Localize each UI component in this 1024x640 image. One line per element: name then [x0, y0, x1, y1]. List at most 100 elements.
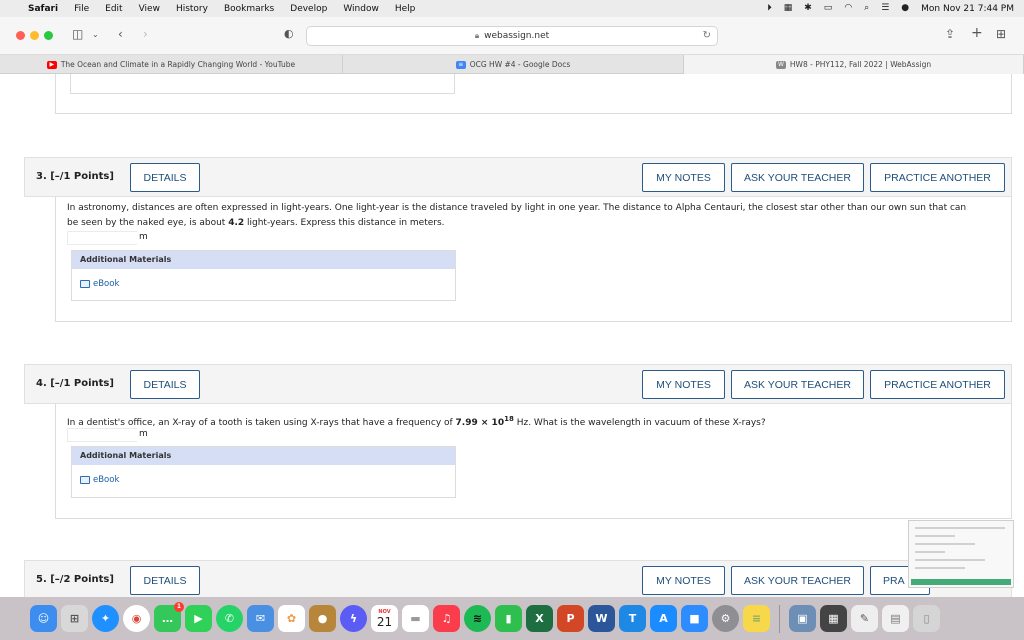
ebook-row: eBook	[72, 465, 455, 495]
tab-overview-icon[interactable]: ⊞	[996, 27, 1006, 41]
downloads-icon[interactable]: ▤	[882, 605, 909, 632]
details-button[interactable]: DETAILS	[130, 370, 200, 399]
menu-app[interactable]: Safari	[28, 4, 58, 14]
facetime-icon[interactable]: ▶	[185, 605, 212, 632]
answer-input[interactable]	[67, 231, 137, 245]
preview-icon[interactable]: ▣	[789, 605, 816, 632]
mail-icon[interactable]: ✉	[247, 605, 274, 632]
siri-icon[interactable]: ●	[901, 4, 909, 13]
spotify-icon[interactable]: ≋	[464, 605, 491, 632]
sidebar-icon[interactable]: ◫	[72, 27, 83, 41]
chrome-icon[interactable]: ◉	[123, 605, 150, 632]
ebook-link[interactable]: eBook	[93, 279, 119, 289]
forward-icon[interactable]: ›	[143, 27, 148, 41]
details-button[interactable]: DETAILS	[130, 566, 200, 595]
question-4-header: 4. [–/1 Points] DETAILS MY NOTES ASK YOU…	[24, 364, 1012, 404]
bluetooth-icon[interactable]: ✱	[804, 4, 812, 13]
notes-icon[interactable]: ▬	[402, 605, 429, 632]
status-area: ⏵ ▦ ✱ ▭ ◠ ⌕ ☰ ● Mon Nov 21 7:44 PM	[767, 0, 1014, 17]
launchpad-icon[interactable]: ⊞	[61, 605, 88, 632]
my-notes-button[interactable]: MY NOTES	[642, 163, 725, 192]
ebook-icon	[80, 280, 90, 288]
battery-icon[interactable]: ▭	[824, 4, 833, 13]
whatsapp-icon[interactable]: ✆	[216, 605, 243, 632]
word-icon[interactable]: W	[588, 605, 615, 632]
powerpoint-icon[interactable]: P	[557, 605, 584, 632]
address-text: webassign.net	[484, 31, 550, 41]
question-4-text: In a dentist's office, an X-ray of a too…	[67, 415, 766, 428]
webassign-icon: W	[775, 60, 786, 69]
answer-input[interactable]	[67, 428, 137, 442]
stickies-icon[interactable]: ≡	[743, 605, 770, 632]
screenshot-thumbnail[interactable]	[908, 520, 1014, 588]
numbers-icon[interactable]: ▮	[495, 605, 522, 632]
address-bar[interactable]: 🔒︎ webassign.net ↻	[306, 26, 718, 46]
calendar-icon[interactable]: NOV 21	[371, 605, 398, 632]
search-icon[interactable]: ⌕	[864, 4, 869, 13]
menu-window[interactable]: Window	[343, 4, 379, 14]
system-preferences-icon[interactable]: ⚙	[712, 605, 739, 632]
menu-edit[interactable]: Edit	[105, 4, 122, 14]
tab-youtube[interactable]: ▶ The Ocean and Climate in a Rapidly Cha…	[0, 55, 343, 74]
ebook-link[interactable]: eBook	[95, 74, 120, 76]
practice-another-button[interactable]: PRACTICE ANOTHER	[870, 370, 1005, 399]
privacy-shield-icon[interactable]: ◐	[284, 27, 294, 40]
ask-teacher-button[interactable]: ASK YOUR TEACHER	[731, 370, 864, 399]
zoom-icon[interactable]: ■	[681, 605, 708, 632]
additional-materials: Additional Materials eBook	[71, 250, 456, 301]
menu-history[interactable]: History	[176, 4, 208, 14]
menu-develop[interactable]: Develop	[290, 4, 327, 14]
keyboard-icon[interactable]: ▦	[784, 4, 793, 13]
tab-label: The Ocean and Climate in a Rapidly Chang…	[60, 60, 296, 69]
excel-icon[interactable]: X	[526, 605, 553, 632]
app-store-icon[interactable]: A	[650, 605, 677, 632]
safari-icon[interactable]: ✦	[92, 605, 119, 632]
play-icon[interactable]: ⏵	[767, 4, 772, 13]
messages-icon[interactable]: … 1	[154, 602, 184, 632]
menu-help[interactable]: Help	[395, 4, 416, 14]
menu-view[interactable]: View	[139, 4, 160, 14]
wifi-icon[interactable]: ◠	[844, 4, 852, 13]
control-center-icon[interactable]: ☰	[881, 4, 889, 13]
question-3-header: 3. [–/1 Points] DETAILS MY NOTES ASK YOU…	[24, 157, 1012, 197]
additional-materials-heading: Additional Materials	[72, 251, 455, 269]
textedit-icon[interactable]: ✎	[851, 605, 878, 632]
reload-icon[interactable]: ↻	[703, 30, 711, 41]
close-window-button[interactable]	[16, 31, 25, 40]
my-notes-button[interactable]: MY NOTES	[642, 566, 725, 595]
tab-label: HW8 - PHY112, Fall 2022 | WebAssign	[789, 60, 932, 69]
lock-icon: 🔒︎	[474, 31, 480, 40]
ask-teacher-button[interactable]: ASK YOUR TEACHER	[731, 566, 864, 595]
calculator-icon[interactable]: ▦	[820, 605, 847, 632]
practice-another-button[interactable]: PRACTICE ANOTHER	[870, 163, 1005, 192]
new-tab-icon[interactable]: +	[971, 25, 983, 41]
finder-icon[interactable]: ☺	[30, 605, 57, 632]
ebook-link[interactable]: eBook	[93, 475, 119, 485]
menubar-clock[interactable]: Mon Nov 21 7:44 PM	[921, 4, 1014, 14]
dock: ☺ ⊞ ✦ ◉ … 1 ▶ ✆ ✉ ✿ ● ϟ NOV 21 ▬ ♫ ≋ ▮ X …	[0, 597, 1024, 640]
menu-file[interactable]: File	[74, 4, 89, 14]
minimize-window-button[interactable]	[30, 31, 39, 40]
question-4-body: In a dentist's office, an X-ray of a too…	[55, 404, 1012, 519]
thumbnail-dock-strip	[911, 579, 1011, 585]
additional-materials: Additional Materials eBook	[71, 446, 456, 498]
previous-additional-materials: eBook	[70, 74, 455, 94]
music-icon[interactable]: ♫	[433, 605, 460, 632]
my-notes-button[interactable]: MY NOTES	[642, 370, 725, 399]
menu-bookmarks[interactable]: Bookmarks	[224, 4, 274, 14]
unit-label: m	[139, 232, 148, 242]
share-icon[interactable]: ⇪	[945, 27, 955, 41]
back-icon[interactable]: ‹	[118, 27, 123, 41]
messenger-icon[interactable]: ϟ	[340, 605, 367, 632]
zoom-window-button[interactable]	[44, 31, 53, 40]
photos-icon[interactable]: ✿	[278, 605, 305, 632]
chevron-down-icon[interactable]: ⌄	[92, 30, 99, 39]
trash-icon[interactable]: ▯	[913, 605, 940, 632]
details-button[interactable]: DETAILS	[130, 163, 200, 192]
teams-icon[interactable]: T	[619, 605, 646, 632]
ask-teacher-button[interactable]: ASK YOUR TEACHER	[731, 163, 864, 192]
tab-webassign[interactable]: W HW8 - PHY112, Fall 2022 | WebAssign	[684, 55, 1024, 74]
messages-badge: 1	[174, 602, 184, 612]
contacts-icon[interactable]: ●	[309, 605, 336, 632]
tab-google-docs[interactable]: ≡ OCG HW #4 - Google Docs	[343, 55, 684, 74]
